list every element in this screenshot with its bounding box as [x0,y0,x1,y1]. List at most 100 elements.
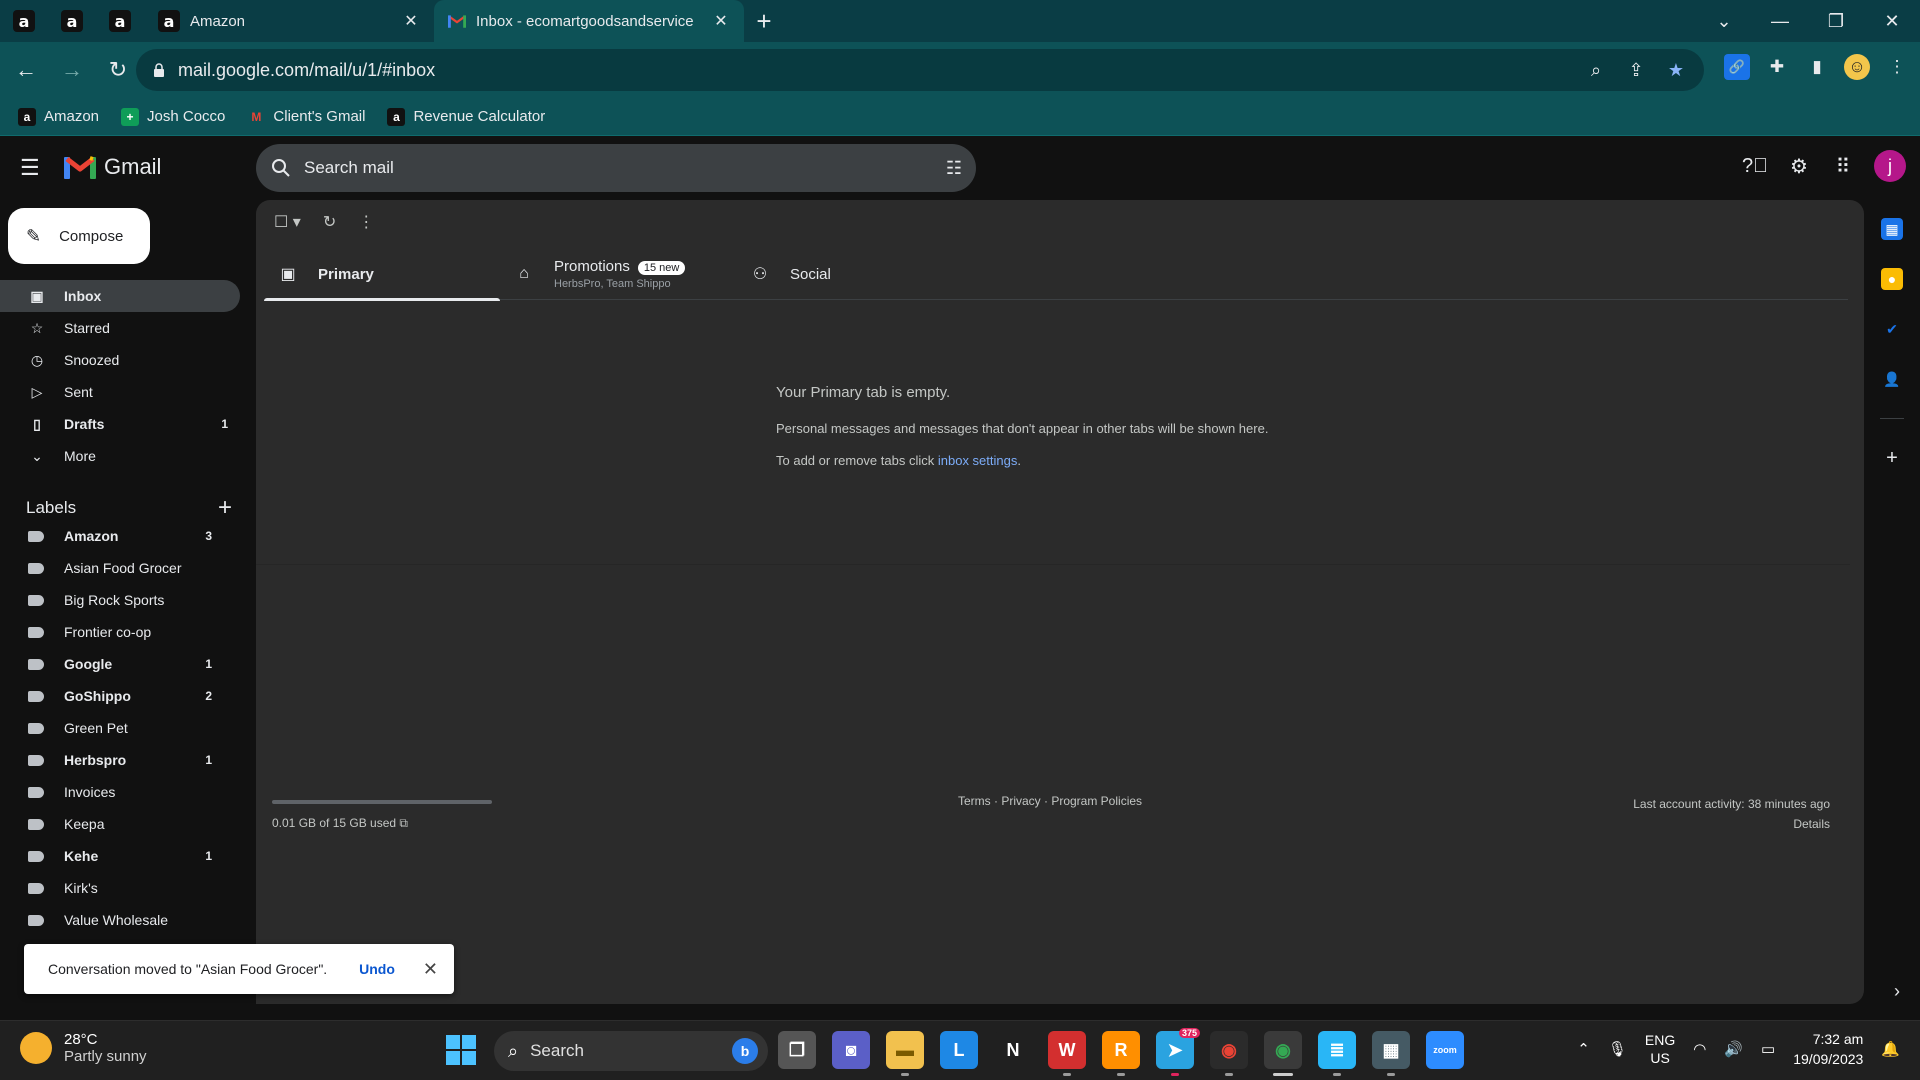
new-tab-button[interactable]: + [744,0,784,42]
label-item[interactable]: Keepa [0,808,240,840]
microphone-icon[interactable]: 🎙 [1608,1040,1627,1058]
label-item[interactable]: Herbspro 1 [0,744,240,776]
windows-start-icon[interactable] [446,1035,476,1065]
tab-social[interactable]: ⚇ Social [736,248,972,300]
tab-primary[interactable]: ▣ Primary [264,248,500,301]
nav-inbox[interactable]: ▣ Inbox [0,280,240,312]
wifi-icon[interactable]: ◠ [1693,1040,1706,1058]
notepad-icon[interactable]: ≣ [1318,1031,1356,1076]
chevron-right-icon[interactable]: › [1894,981,1900,1002]
nav-more[interactable]: ⌄ More [0,440,240,472]
create-label-button[interactable]: + [218,494,232,522]
label-item[interactable]: Google 1 [0,648,240,680]
search-input[interactable]: Search mail [304,158,946,178]
tab-search-icon[interactable]: ⌄ [1696,0,1752,42]
apps-grid-icon[interactable]: ⠿ [1830,153,1856,179]
restore-button[interactable]: ❐ [1808,0,1864,42]
tab-promotions[interactable]: ⌂ Promotions 15 new HerbsPro, Team Shippo [500,248,736,300]
calculator-icon[interactable]: ▦ [1372,1031,1410,1076]
bookmark-revenue-calculator[interactable]: a Revenue Calculator [387,107,545,126]
close-icon[interactable]: ✕ [712,11,730,31]
battery-icon[interactable]: ▭ [1761,1040,1775,1058]
browser-tab-amazon[interactable]: a Amazon ✕ [144,0,434,42]
label-item[interactable]: Value Wholesale [0,904,240,936]
browser-tab-gmail[interactable]: Inbox - ecomartgoodsandservice ✕ [434,0,744,42]
side-panel-icon[interactable]: ▮ [1804,54,1830,80]
gmail-logo[interactable]: Gmail [64,154,161,180]
label-item[interactable]: GoShippo 2 [0,680,240,712]
label-item[interactable]: Kirk's [0,872,240,904]
calendar-icon[interactable]: ▦ [1881,218,1903,240]
external-link-icon[interactable]: ⧉ [399,816,408,830]
inbox-settings-link[interactable]: inbox settings [938,453,1018,468]
telegram-icon[interactable]: ➤ 375 [1156,1028,1200,1076]
reload-button[interactable]: ↻ [98,50,138,90]
task-view-icon[interactable]: ❐ [778,1031,816,1069]
bookmark-amazon[interactable]: a Amazon [18,107,99,126]
search-mail-bar[interactable]: Search mail ☷ [256,144,976,192]
nav-sent[interactable]: ▷ Sent [0,376,240,408]
more-options-icon[interactable]: ⋮ [358,212,374,232]
notion-n-icon[interactable]: N [994,1031,1032,1069]
close-icon[interactable]: ✕ [423,959,438,980]
l-app-icon[interactable]: L [940,1031,978,1069]
bookmark-star-icon[interactable]: ★ [1662,60,1690,81]
forward-button[interactable]: → [52,50,92,90]
main-menu-icon[interactable]: ☰ [20,156,44,180]
address-bar[interactable]: mail.google.com/mail/u/1/#inbox ⌕ ⇪ ★ [136,49,1704,91]
file-explorer-icon[interactable]: ▬ [886,1031,924,1076]
profile-avatar-icon[interactable]: ☺ [1844,54,1870,80]
label-item[interactable]: Green Pet [0,712,240,744]
label-item[interactable]: Invoices [0,776,240,808]
taskbar-search[interactable]: ⌕ Search b [494,1031,768,1071]
compose-button[interactable]: ✎ Compose [8,208,150,264]
notification-bell-icon[interactable]: 🔔 [1881,1040,1900,1058]
bookmark-clients-gmail[interactable]: M Client's Gmail [247,108,365,126]
refresh-icon[interactable]: ↻ [323,212,336,232]
add-addon-icon[interactable]: + [1881,447,1903,469]
weather-widget[interactable]: 28°C Partly sunny [20,1031,147,1065]
extension-link-icon[interactable]: 🔗 [1724,54,1750,80]
label-item[interactable]: Frontier co-op [0,616,240,648]
zoom-icon[interactable]: zoom [1426,1031,1464,1069]
nav-drafts[interactable]: ▯ Drafts 1 [0,408,240,440]
undo-button[interactable]: Undo [359,961,395,977]
bing-icon[interactable]: b [732,1038,758,1064]
nav-snoozed[interactable]: ◷ Snoozed [0,344,240,376]
nav-starred[interactable]: ☆ Starred [0,312,240,344]
label-item[interactable]: Asian Food Grocer [0,552,240,584]
pinned-tab-amazon-3[interactable]: a [96,0,144,42]
details-link[interactable]: Details [1633,814,1830,834]
select-all-checkbox[interactable]: ☐ ▾ [274,212,301,232]
minimize-button[interactable]: — [1752,0,1808,42]
chrome-menu-icon[interactable]: ⋮ [1884,54,1910,80]
back-button[interactable]: ← [6,50,46,90]
label-item[interactable]: Amazon 3 [0,520,240,552]
search-options-icon[interactable]: ☷ [946,158,962,179]
tasks-icon[interactable]: ✔ [1881,318,1903,340]
close-window-button[interactable]: ✕ [1864,0,1920,42]
chrome-icon-1[interactable]: ◉ [1210,1031,1248,1076]
footer-links[interactable]: Terms · Privacy · Program Policies [958,794,1142,808]
settings-gear-icon[interactable]: ⚙ [1786,153,1812,179]
share-icon[interactable]: ⇪ [1622,60,1650,81]
label-item[interactable]: Big Rock Sports [0,584,240,616]
account-avatar[interactable]: j [1874,150,1906,182]
clock[interactable]: 7:32 am 19/09/2023 [1793,1029,1863,1069]
label-item[interactable]: Kehe 1 [0,840,240,872]
keep-icon[interactable]: ● [1881,268,1903,290]
help-icon[interactable]: ?⃝ [1742,153,1768,179]
speaker-icon[interactable]: 🔊 [1724,1040,1743,1058]
teams-chat-icon[interactable]: ◙ [832,1031,870,1069]
wps-office-icon[interactable]: W [1048,1031,1086,1076]
pinned-tab-amazon-1[interactable]: a [0,0,48,42]
chevron-up-icon[interactable]: ⌃ [1577,1040,1590,1058]
bookmark-josh-cocco[interactable]: + Josh Cocco [121,107,225,126]
zoom-icon[interactable]: ⌕ [1582,60,1610,81]
close-icon[interactable]: ✕ [402,11,420,31]
chrome-icon-2[interactable]: ◉ [1264,1031,1302,1076]
language-indicator[interactable]: ENG US [1645,1031,1675,1067]
r-app-icon[interactable]: R [1102,1031,1140,1076]
contacts-icon[interactable]: 👤 [1881,368,1903,390]
pinned-tab-amazon-2[interactable]: a [48,0,96,42]
